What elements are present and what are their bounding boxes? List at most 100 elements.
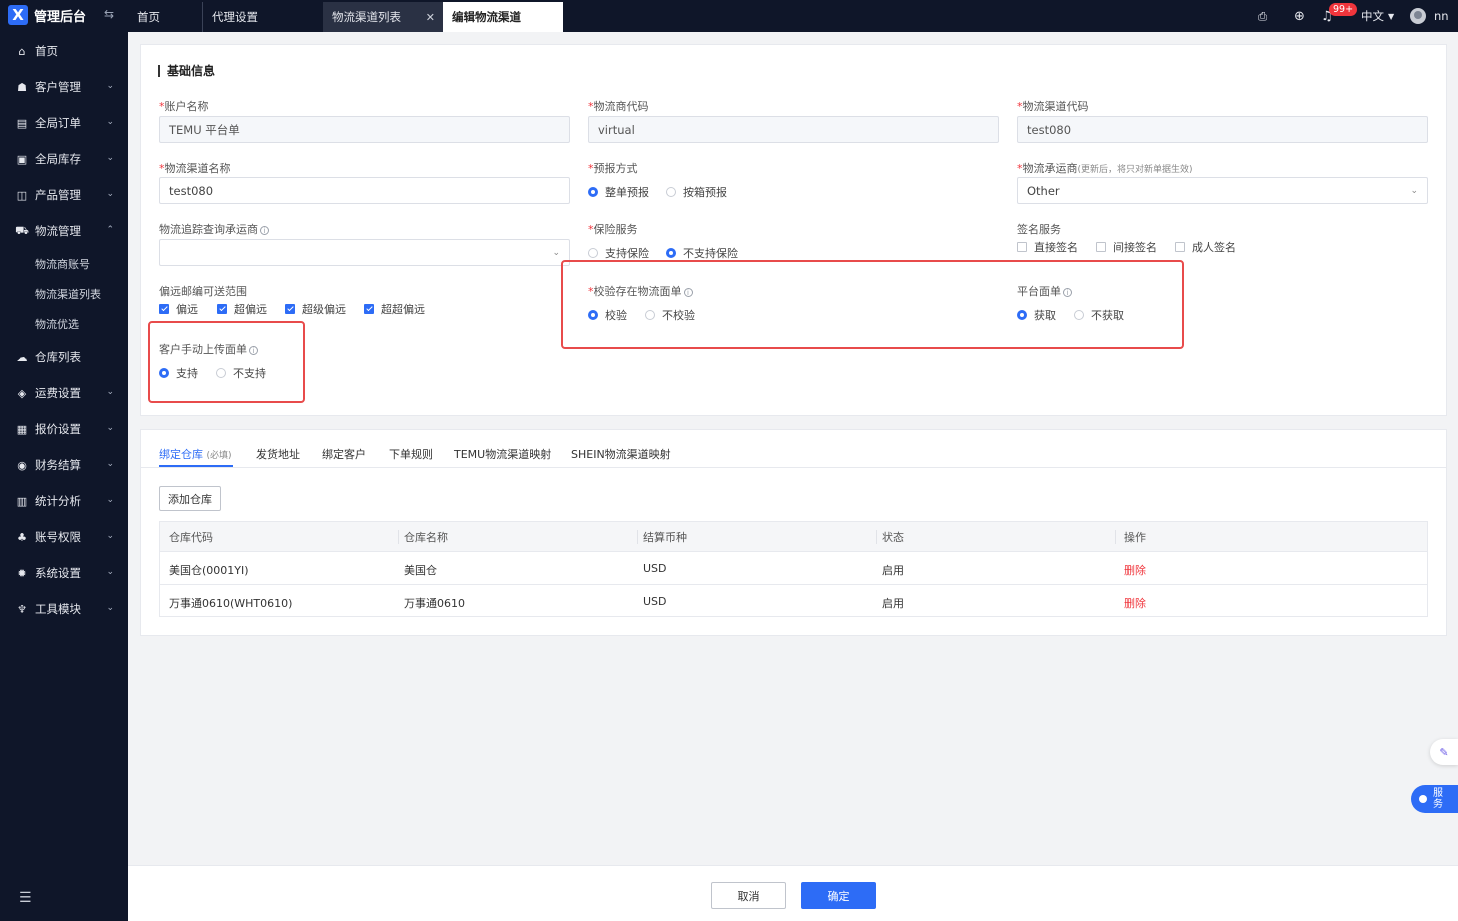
highlight-box	[561, 260, 1184, 349]
channel-code-field[interactable]: test080	[1017, 116, 1428, 143]
sidebar-item-logistics[interactable]: ⛟ 物流管理 ⌃	[0, 213, 128, 249]
sidebar-menu: ⌂ 首页 ☗ 客户管理 ⌄ ▤ 全局订单 ⌄ ▣ 全局库存 ⌄ ◫ 产品管理 ⌄ ⛟ 物流管理 ⌃ 物…	[0, 33, 128, 627]
signature-checkbox-direct[interactable]: 直接签名	[1017, 239, 1078, 255]
inventory-icon: ▣	[16, 152, 28, 166]
products-icon: ◫	[16, 188, 28, 202]
channel-name-label: *物流渠道名称	[159, 162, 231, 175]
sidebar-item-label: 全局库存	[35, 152, 81, 166]
remote-checkbox-2[interactable]: 超偏远	[217, 301, 267, 317]
tab-label: 代理设置	[212, 10, 258, 24]
user-menu[interactable]: nn	[1410, 0, 1449, 32]
tab-bind-warehouse[interactable]: 绑定仓库 (必填)	[159, 446, 232, 462]
finance-icon: ◉	[17, 458, 27, 472]
service-button[interactable]: 服务	[1411, 785, 1458, 813]
cancel-button[interactable]: 取消	[711, 882, 786, 909]
sidebar-item-freight[interactable]: ◈ 运费设置 ⌄	[0, 375, 128, 411]
sidebar-item-home[interactable]: ⌂ 首页	[0, 33, 128, 69]
sidebar-item-orders[interactable]: ▤ 全局订单 ⌄	[0, 105, 128, 141]
table-cell: 启用	[882, 597, 904, 610]
users-icon: ☗	[17, 80, 27, 94]
language-selector[interactable]: 中文 ▼	[1361, 0, 1394, 32]
tab-shein-mapping[interactable]: SHEIN物流渠道映射	[571, 446, 671, 462]
language-label: 中文	[1361, 9, 1384, 23]
remote-checkbox-1[interactable]: 偏远	[159, 301, 198, 317]
chevron-down-icon: ⌄	[106, 387, 114, 397]
carrier-code-label: *物流商代码	[588, 100, 649, 113]
sidebar-item-stats[interactable]: ▥ 统计分析 ⌄	[0, 483, 128, 519]
delete-link[interactable]: 删除	[1124, 595, 1146, 611]
remote-checkbox-4[interactable]: 超超偏远	[364, 301, 425, 317]
sidebar-item-inventory[interactable]: ▣ 全局库存 ⌄	[0, 141, 128, 177]
help-icon	[1419, 795, 1427, 803]
print-icon[interactable]: ⎙	[1258, 0, 1267, 32]
sidebar-item-permissions[interactable]: ♣ 账号权限 ⌄	[0, 519, 128, 555]
tab-label: 编辑物流渠道	[452, 10, 521, 24]
tab-edit-channel[interactable]: 编辑物流渠道	[443, 2, 563, 32]
sidebar-item-finance[interactable]: ◉ 财务结算 ⌄	[0, 447, 128, 483]
forecast-radio-whole[interactable]: 整单预报	[588, 184, 649, 200]
sidebar-item-label: 工具模块	[35, 602, 81, 616]
sidebar-item-label: 统计分析	[35, 494, 81, 508]
tab-temu-mapping[interactable]: TEMU物流渠道映射	[454, 446, 551, 462]
signature-label: 签名服务	[1017, 223, 1061, 236]
sidebar-item-tools[interactable]: ♆ 工具模块 ⌄	[0, 591, 128, 627]
sidebar: X 管理后台 ⇆ ⌂ 首页 ☗ 客户管理 ⌄ ▤ 全局订单 ⌄ ▣ 全局库存 ⌄ ◫ 产品管理 ⌄…	[0, 0, 128, 921]
forecast-radio-box[interactable]: 按箱预报	[666, 184, 727, 200]
highlight-box	[148, 321, 305, 403]
channel-code-value: test080	[1027, 122, 1072, 137]
confirm-button[interactable]: 确定	[801, 882, 876, 909]
tab-label: 首页	[137, 10, 160, 24]
tracking-carrier-label: 物流追踪查询承运商 i	[159, 221, 269, 237]
sidebar-item-label: 财务结算	[35, 458, 81, 472]
column-header: 操作	[1115, 530, 1146, 544]
table-cell: 启用	[882, 564, 904, 577]
delete-link[interactable]: 删除	[1124, 562, 1146, 578]
insurance-radio-no-support[interactable]: 不支持保险	[666, 245, 738, 261]
carrier-code-field[interactable]: virtual	[588, 116, 999, 143]
menu-collapse-icon[interactable]: ☰	[19, 890, 32, 906]
signature-checkbox-indirect[interactable]: 间接签名	[1096, 239, 1157, 255]
sidebar-item-products[interactable]: ◫ 产品管理 ⌄	[0, 177, 128, 213]
tab-shipping-address[interactable]: 发货地址	[256, 446, 300, 462]
username: nn	[1434, 9, 1449, 23]
stats-icon: ▥	[16, 494, 28, 508]
checkbox-checked	[217, 304, 227, 314]
sidebar-subitem-carrier-accounts[interactable]: 物流商账号	[0, 249, 128, 279]
channel-name-field[interactable]: test080	[159, 177, 570, 204]
checkbox-unchecked	[1175, 242, 1185, 252]
sidebar-subitem-channel-list[interactable]: 物流渠道列表	[0, 279, 128, 309]
sidebar-item-label: 全局订单	[35, 116, 81, 130]
tabs-divider	[141, 467, 1446, 468]
sidebar-item-quotes[interactable]: ▦ 报价设置 ⌄	[0, 411, 128, 447]
swap-icon[interactable]: ⇆	[104, 7, 114, 21]
insurance-radio-support[interactable]: 支持保险	[588, 245, 649, 261]
truck-icon: ⛟	[15, 223, 29, 237]
carrier-select[interactable]: Other ⌄	[1017, 177, 1428, 204]
sidebar-subitem-preferred[interactable]: 物流优选	[0, 309, 128, 339]
chevron-down-icon: ⌄	[106, 459, 114, 469]
tab-channel-list[interactable]: 物流渠道列表 ✕	[323, 2, 443, 32]
tracking-carrier-select[interactable]: ⌄	[159, 239, 570, 266]
chat-widget-icon[interactable]: ✎	[1430, 739, 1458, 765]
sidebar-item-warehouses[interactable]: ☁ 仓库列表	[0, 339, 128, 375]
sidebar-item-customers[interactable]: ☗ 客户管理 ⌄	[0, 69, 128, 105]
tab-proxy-settings[interactable]: 代理设置	[202, 2, 312, 32]
account-name-field[interactable]: TEMU 平台单	[159, 116, 570, 143]
tab-bind-customer[interactable]: 绑定客户	[322, 446, 366, 462]
tab-order-rules[interactable]: 下单规则	[389, 446, 433, 462]
table-cell: 万事通0610	[404, 597, 465, 610]
download-icon[interactable]: ⊕	[1294, 0, 1305, 32]
sidebar-item-label: 系统设置	[35, 566, 81, 580]
sidebar-item-label: 产品管理	[35, 188, 81, 202]
close-icon[interactable]: ✕	[426, 11, 435, 24]
insurance-label: *保险服务	[588, 223, 638, 236]
tab-home[interactable]: 首页	[137, 2, 197, 32]
chevron-down-icon: ⌄	[106, 603, 114, 613]
remote-checkbox-3[interactable]: 超级偏远	[285, 301, 346, 317]
signature-checkbox-adult[interactable]: 成人签名	[1175, 239, 1236, 255]
add-warehouse-button[interactable]: 添加仓库	[159, 486, 221, 511]
table-row: 美国仓(0001YI) 美国仓 USD 启用 删除	[160, 552, 1427, 585]
sidebar-item-system[interactable]: ✹ 系统设置 ⌄	[0, 555, 128, 591]
table-cell: USD	[643, 562, 667, 575]
sidebar-item-label: 运费设置	[35, 386, 81, 400]
